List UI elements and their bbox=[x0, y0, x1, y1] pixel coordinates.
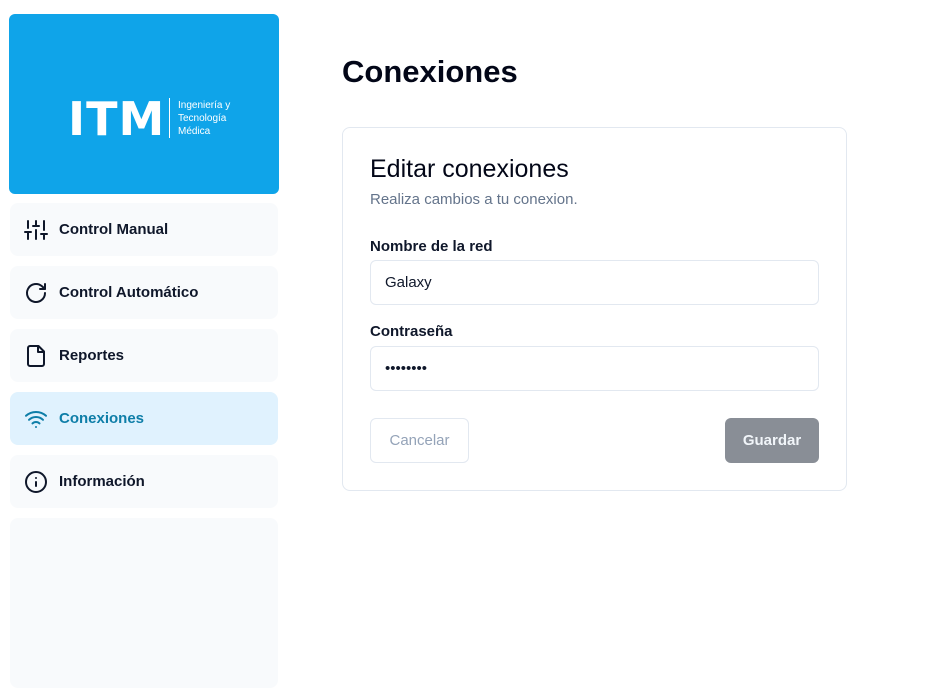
sidebar-item-control-manual[interactable]: Control Manual bbox=[10, 203, 278, 256]
logo-subtitle-line: Tecnología bbox=[178, 113, 227, 124]
sidebar-item-informacion[interactable]: Información bbox=[10, 455, 278, 508]
save-button[interactable]: Guardar bbox=[725, 418, 819, 463]
card-description: Realiza cambios a tu conexion. bbox=[370, 191, 578, 208]
refresh-icon bbox=[24, 281, 48, 305]
sidebar: ITM Ingeniería y Tecnología Médica Contr… bbox=[0, 0, 290, 688]
logo-card: ITM Ingeniería y Tecnología Médica bbox=[9, 14, 279, 194]
card-title: Editar conexiones bbox=[370, 155, 569, 183]
sidebar-item-label: Reportes bbox=[59, 347, 125, 364]
sidebar-item-label: Información bbox=[59, 473, 145, 490]
page-title: Conexiones bbox=[342, 54, 518, 89]
password-label: Contraseña bbox=[370, 323, 453, 340]
sidebar-empty-area bbox=[10, 518, 278, 688]
network-name-input[interactable] bbox=[370, 260, 819, 305]
info-icon bbox=[24, 470, 48, 494]
logo-subtitle-line: Ingeniería y bbox=[178, 100, 231, 111]
sidebar-item-label: Control Automático bbox=[59, 284, 199, 301]
logo-wordmark: ITM bbox=[68, 92, 166, 146]
logo-divider bbox=[169, 98, 170, 138]
edit-connection-card: Editar conexiones Realiza cambios a tu c… bbox=[342, 127, 847, 491]
file-icon bbox=[24, 344, 48, 368]
cancel-button[interactable]: Cancelar bbox=[370, 418, 469, 463]
network-name-label: Nombre de la red bbox=[370, 238, 493, 255]
logo-subtitle: Ingeniería y Tecnología Médica bbox=[178, 99, 230, 138]
logo-subtitle-line: Médica bbox=[178, 126, 211, 137]
sliders-icon bbox=[24, 218, 48, 242]
sidebar-item-label: Conexiones bbox=[59, 410, 145, 427]
wifi-icon bbox=[24, 407, 48, 431]
sidebar-item-label: Control Manual bbox=[59, 221, 169, 238]
sidebar-item-control-automatico[interactable]: Control Automático bbox=[10, 266, 278, 319]
password-input[interactable] bbox=[370, 346, 819, 391]
sidebar-item-conexiones[interactable]: Conexiones bbox=[10, 392, 278, 445]
sidebar-item-reportes[interactable]: Reportes bbox=[10, 329, 278, 382]
